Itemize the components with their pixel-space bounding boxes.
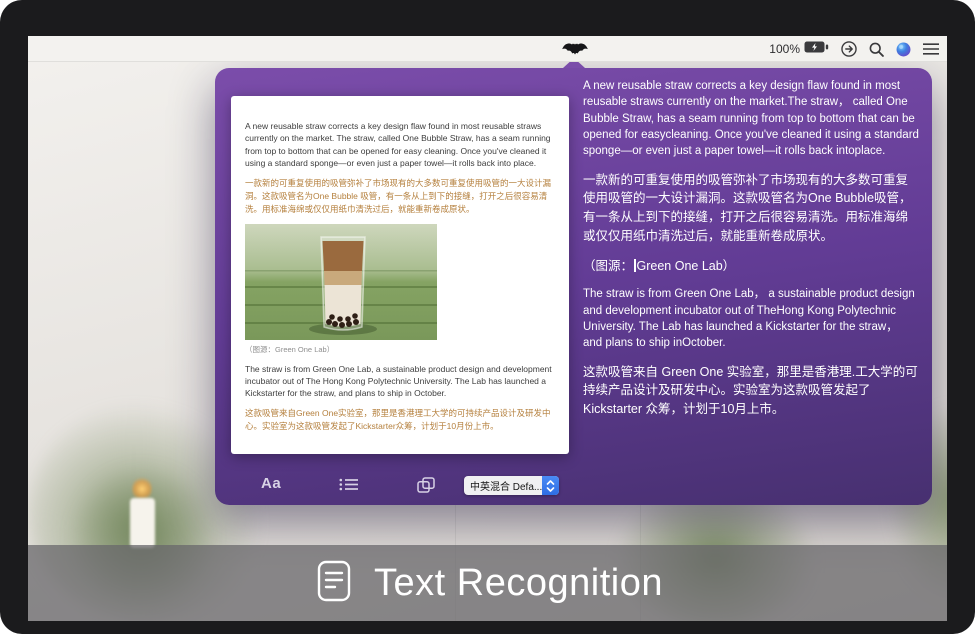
popover-arrow [563, 62, 585, 68]
battery-status-item[interactable]: 100% [769, 40, 829, 58]
text-recognition-icon [312, 558, 356, 609]
battery-percent-label: 100% [769, 42, 800, 56]
caption-suffix: Green One Lab） [637, 259, 736, 273]
captured-screenshot: A new reusable straw corrects a key desi… [231, 96, 569, 454]
result-paragraph-zh-2: 这款吸管来自 Green One 实验室，那里是香港理.工大学的可持续产品设计及… [583, 363, 919, 419]
result-caption-line: （图源： Green One Lab） [583, 257, 919, 276]
recognized-text-editor[interactable]: A new reusable straw corrects a key desi… [583, 78, 919, 446]
dropdown-chevrons-icon [542, 476, 559, 495]
caption-prefix: （图源： [583, 259, 633, 273]
search-icon[interactable] [869, 42, 884, 57]
screen: 100% [28, 36, 947, 621]
result-paragraph-en-2: The straw is from Green One Lab， a susta… [583, 286, 919, 351]
language-mode-value: 中英混合 Defa... [464, 478, 542, 493]
text-style-label: Aa [261, 475, 281, 492]
result-paragraph-zh-1: 一款新的可重复使用的吸管弥补了市场现有的大多数可重复使用吸管的一大设计漏洞。这款… [583, 171, 919, 246]
doc-image-caption: （图源：Green One Lab） [245, 344, 555, 355]
bubble-tea-photo [245, 224, 437, 340]
ocr-popover: A new reusable straw corrects a key desi… [215, 68, 932, 505]
device-frame: 100% [0, 0, 975, 634]
doc-paragraph-en-1: A new reusable straw corrects a key desi… [245, 120, 555, 169]
bat-icon[interactable] [562, 42, 588, 56]
caption-band: Text Recognition [28, 545, 947, 621]
candle [130, 498, 155, 548]
list-view-button[interactable] [339, 478, 358, 493]
doc-paragraph-zh-2: 这款吸管来自Green One实验室，那里是香港理工大学的可持续产品设计及研发中… [245, 407, 555, 433]
desktop-background: A new reusable straw corrects a key desi… [28, 62, 947, 621]
caption-title: Text Recognition [374, 562, 663, 605]
popover-toolbar: Aa [215, 472, 932, 498]
list-icon[interactable] [923, 43, 939, 55]
text-style-button[interactable]: Aa [261, 476, 281, 491]
circled-arrow-icon[interactable] [841, 41, 857, 57]
text-cursor [634, 259, 636, 272]
menu-bar: 100% [28, 36, 947, 62]
language-mode-dropdown[interactable]: 中英混合 Defa... [464, 476, 559, 495]
doc-paragraph-zh-1: 一款新的可重复使用的吸管弥补了市场现有的大多数可重复使用吸管的一大设计漏洞。这款… [245, 177, 555, 215]
status-items: 100% [769, 36, 939, 62]
doc-paragraph-en-2: The straw is from Green One Lab, a susta… [245, 363, 555, 400]
translate-button[interactable] [417, 477, 435, 495]
result-paragraph-en-1: A new reusable straw corrects a key desi… [583, 78, 919, 160]
globe-icon[interactable] [896, 42, 911, 57]
battery-icon [804, 40, 829, 58]
